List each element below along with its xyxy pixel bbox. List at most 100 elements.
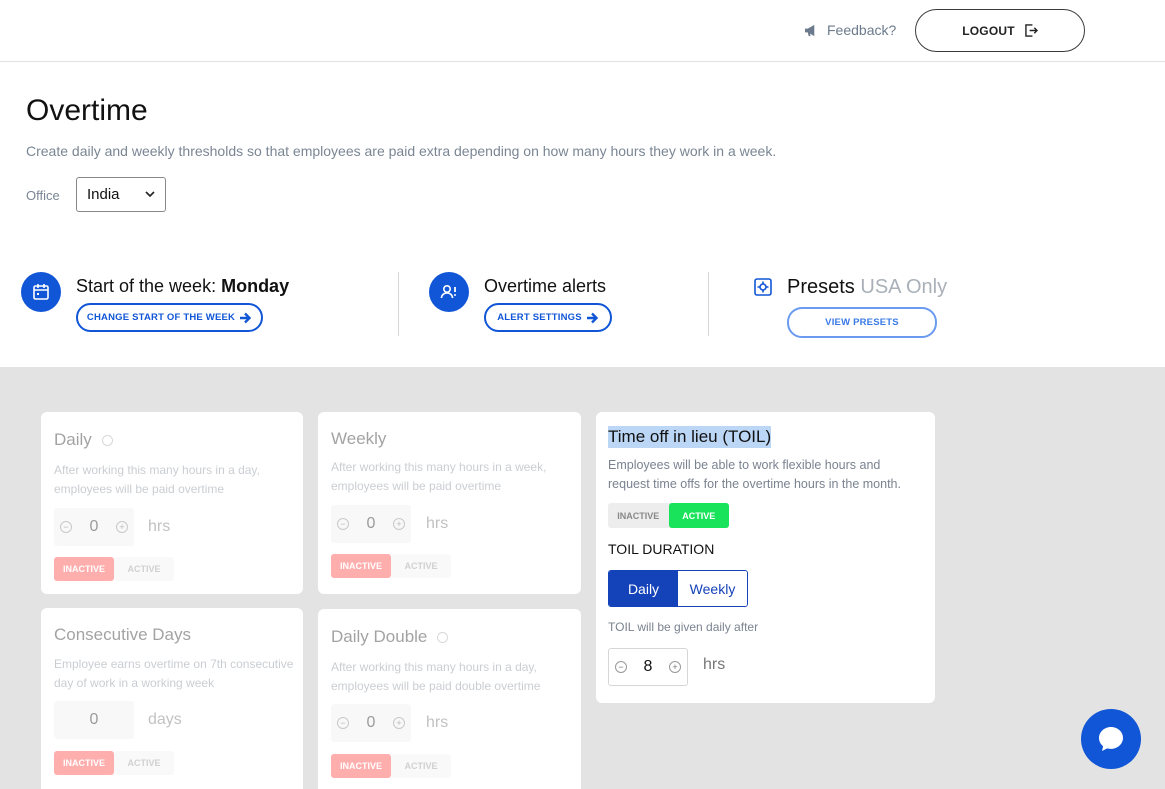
weekly-inactive-option[interactable]: INACTIVE [331, 554, 391, 578]
plus-icon[interactable]: + [393, 717, 405, 729]
daily-description: After working this many hours in a day, … [54, 463, 260, 496]
arrow-right-icon [240, 312, 252, 323]
week-start-value: Monday [221, 276, 290, 296]
calendar-icon [21, 272, 61, 312]
plus-icon[interactable]: + [669, 661, 681, 673]
page-header: Overtime Create daily and weekly thresho… [0, 62, 1165, 254]
chat-button[interactable] [1081, 709, 1141, 769]
consecutive-days-title-text: Consecutive Days [54, 625, 192, 644]
daily-double-hours-stepper[interactable]: − 0 + [331, 704, 411, 742]
daily-status-toggle[interactable]: INACTIVE ACTIVE [54, 557, 174, 581]
daily-hours-value: 0 [89, 518, 99, 535]
minus-icon[interactable]: − [337, 717, 349, 729]
consecutive-days-unit: days [148, 711, 182, 728]
daily-double-status-toggle[interactable]: INACTIVE ACTIVE [331, 754, 451, 778]
overtime-cards-area: Daily After working this many hours in a… [0, 367, 1165, 789]
weekly-hours-stepper[interactable]: − 0 + [331, 505, 411, 543]
info-icon [437, 631, 449, 643]
toil-duration-daily[interactable]: Daily [609, 571, 678, 606]
daily-unit: hrs [148, 518, 171, 535]
daily-active-option[interactable]: ACTIVE [114, 557, 174, 581]
weekly-hours-value: 0 [366, 515, 376, 532]
toil-duration-weekly[interactable]: Weekly [678, 571, 747, 606]
plus-icon[interactable]: + [393, 518, 405, 530]
daily-card: Daily After working this many hours in a… [41, 412, 303, 594]
toil-card: Time off in lieu (TOIL) Employees will b… [596, 412, 935, 703]
weekly-title: Weekly [331, 429, 386, 449]
office-select[interactable]: India [76, 177, 166, 212]
daily-double-inactive-option[interactable]: INACTIVE [331, 754, 391, 778]
daily-inactive-option[interactable]: INACTIVE [54, 557, 114, 581]
week-start-title: Start of the week: Monday [76, 276, 289, 297]
divider [398, 272, 399, 336]
weekly-card: Weekly After working this many hours in … [318, 412, 581, 594]
top-bar: Feedback? LOGOUT [0, 0, 1165, 62]
consecutive-days-description: Employee earns overtime on 7th consecuti… [54, 657, 294, 690]
presets-label: Presets [787, 276, 855, 298]
daily-double-description: After working this many hours in a day, … [331, 660, 541, 693]
overtime-alerts-title: Overtime alerts [484, 276, 607, 296]
consecutive-days-title: Consecutive Days [54, 625, 191, 645]
weekly-title-text: Weekly [331, 429, 387, 448]
minus-icon[interactable]: − [615, 661, 627, 673]
consecutive-active-option[interactable]: ACTIVE [114, 751, 174, 775]
alert-settings-label: ALERT SETTINGS [497, 312, 582, 323]
weekly-unit: hrs [426, 515, 449, 532]
presets-usa-only: USA Only [860, 276, 948, 298]
plus-icon[interactable]: + [116, 521, 128, 533]
chevron-down-icon [145, 191, 155, 198]
gear-icon [754, 278, 772, 296]
toil-description: Employees will be able to work flexible … [608, 458, 901, 491]
toil-duration-label: TOIL DURATION [608, 541, 715, 557]
toil-duration-selector: Daily Weekly [608, 570, 748, 607]
consecutive-days-status-toggle[interactable]: INACTIVE ACTIVE [54, 751, 174, 775]
minus-icon[interactable]: − [337, 518, 349, 530]
page-description: Create daily and weekly thresholds so th… [26, 143, 777, 159]
minus-icon[interactable]: − [60, 521, 72, 533]
logout-icon [1024, 24, 1038, 37]
toil-active-option[interactable]: ACTIVE [668, 503, 729, 528]
daily-hours-stepper[interactable]: − 0 + [54, 508, 134, 546]
change-start-week-button[interactable]: CHANGE START OF THE WEEK [76, 303, 263, 332]
consecutive-days-value: 0 [89, 711, 99, 728]
daily-title: Daily [54, 430, 113, 450]
office-label: Office [26, 188, 60, 203]
feedback-label: Feedback? [827, 22, 897, 38]
feedback-link[interactable]: Feedback? [804, 22, 896, 38]
divider [708, 272, 709, 336]
arrow-right-icon [586, 312, 598, 323]
daily-double-title: Daily Double [331, 627, 449, 647]
toil-status-toggle[interactable]: INACTIVE ACTIVE [608, 503, 729, 528]
alert-settings-button[interactable]: ALERT SETTINGS [484, 303, 612, 332]
toil-hours-stepper[interactable]: − 8 + [608, 648, 688, 686]
consecutive-days-input[interactable]: 0 [54, 701, 134, 739]
weekly-active-option[interactable]: ACTIVE [391, 554, 451, 578]
presets-title: Presets USA Only [787, 276, 947, 299]
info-icon [101, 434, 113, 446]
week-start-prefix: Start of the week: [76, 276, 222, 296]
daily-double-unit: hrs [426, 714, 449, 731]
daily-double-title-text: Daily Double [331, 627, 428, 646]
logout-label: LOGOUT [962, 23, 1015, 38]
page-title: Overtime [26, 94, 148, 127]
weekly-description: After working this many hours in a week,… [331, 460, 547, 493]
megaphone-icon [805, 24, 815, 36]
settings-strip: Start of the week: Monday CHANGE START O… [0, 254, 1165, 367]
user-alert-icon [429, 272, 469, 312]
logout-button[interactable]: LOGOUT [915, 9, 1085, 52]
view-presets-label: VIEW PRESETS [825, 317, 899, 328]
office-select-value: India [87, 186, 120, 203]
daily-title-text: Daily [54, 430, 92, 449]
consecutive-days-card: Consecutive Days Employee earns overtime… [41, 608, 303, 789]
toil-note: TOIL will be given daily after [608, 620, 759, 634]
consecutive-inactive-option[interactable]: INACTIVE [54, 751, 114, 775]
daily-double-hours-value: 0 [366, 714, 376, 731]
daily-double-card: Daily Double After working this many hou… [318, 609, 581, 789]
weekly-status-toggle[interactable]: INACTIVE ACTIVE [331, 554, 451, 578]
toil-hours-value: 8 [643, 658, 653, 675]
chat-bubble-icon [1099, 727, 1123, 751]
view-presets-button[interactable]: VIEW PRESETS [787, 307, 937, 338]
toil-unit: hrs [703, 656, 726, 673]
toil-inactive-option[interactable]: INACTIVE [608, 503, 669, 528]
daily-double-active-option[interactable]: ACTIVE [391, 754, 451, 778]
